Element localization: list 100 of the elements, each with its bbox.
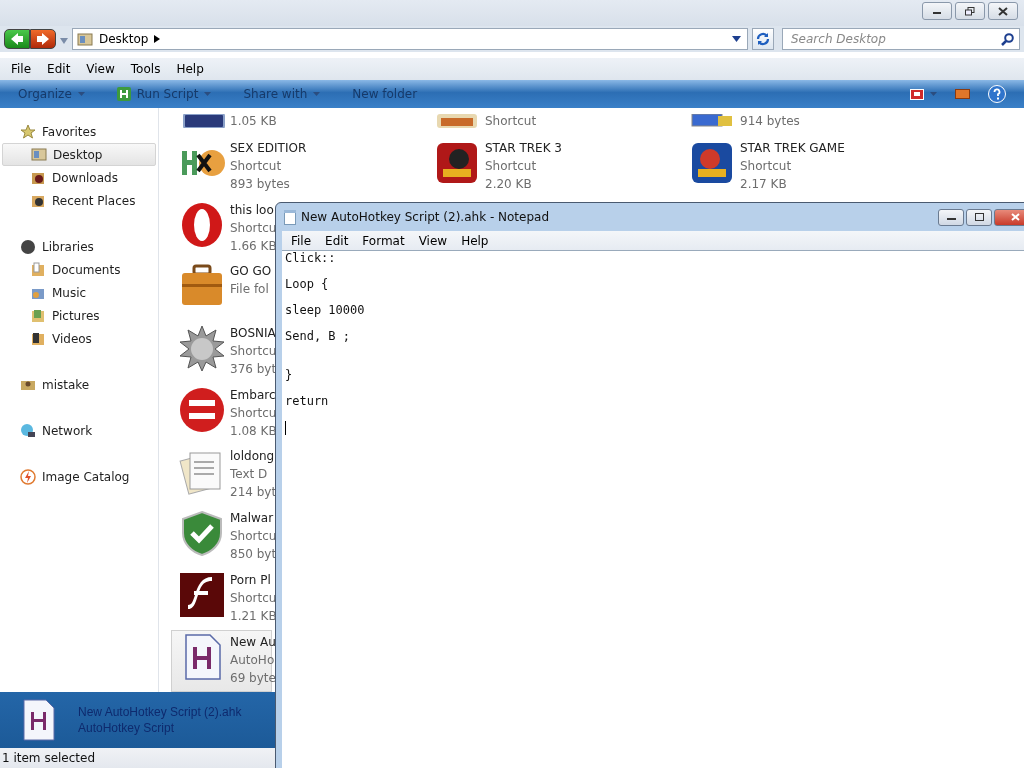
menu-item[interactable]: Help	[454, 233, 496, 248]
sidebar-item[interactable]: Pictures	[0, 304, 158, 327]
menu-item[interactable]: Edit	[39, 62, 79, 76]
file-size: 1.05 KB	[230, 113, 277, 130]
sidebar-item[interactable]: mistake	[0, 373, 158, 396]
file-name: GO GO	[230, 263, 272, 281]
file-name: STAR TREK 3	[485, 140, 562, 157]
address-field[interactable]: Desktop	[72, 28, 749, 50]
sidebar-item[interactable]: Image Catalog	[0, 465, 158, 488]
file-size: 2.17 KB	[740, 176, 788, 193]
desktop-icon	[31, 146, 47, 163]
close-icon	[1010, 213, 1020, 221]
left-arrow-icon	[10, 33, 24, 45]
libraries-icon	[20, 238, 36, 255]
help-icon	[988, 85, 1006, 103]
restore-button[interactable]	[955, 2, 985, 20]
file-name: Embarc	[230, 386, 277, 404]
back-button[interactable]	[4, 29, 30, 49]
menu-item[interactable]: Edit	[318, 233, 356, 248]
desktop-entry[interactable]: GO GO File fol	[174, 260, 275, 322]
menu-item[interactable]: View	[411, 233, 455, 248]
search-icon	[1001, 33, 1014, 46]
refresh-icon	[756, 32, 771, 46]
lightning-icon	[20, 468, 36, 485]
file-type: Shortcut	[740, 158, 793, 175]
script-icon	[116, 87, 131, 101]
close-button[interactable]	[994, 208, 1024, 226]
documents-icon	[30, 261, 46, 278]
search-field[interactable]: Search Desktop	[782, 28, 1020, 50]
file-size: 914 bytes	[740, 113, 800, 130]
desktop-entry[interactable]: SEX EDITIOR Shortcut 893 bytes	[174, 136, 429, 199]
file-type: Shortcut	[230, 157, 283, 175]
maximize-button[interactable]	[966, 208, 992, 226]
file-name: Porn Pl	[230, 571, 272, 589]
desktop-entry[interactable]: STAR TREK GAME Shortcut 2.17 KB	[684, 137, 939, 199]
menu-item[interactable]: Format	[355, 233, 412, 248]
network-icon	[20, 422, 36, 439]
desktop-entry[interactable]: this loo Shortcu 1.66 KB	[174, 198, 275, 261]
maximize-icon	[974, 213, 984, 221]
caret-icon	[204, 92, 212, 96]
text-editor[interactable]: Click:: Loop { sleep 10000 Send, B ; } return	[282, 251, 1024, 768]
sidebar-item[interactable]: Music	[0, 281, 158, 304]
videos-icon	[30, 330, 46, 347]
file-name: Malwar	[230, 509, 275, 527]
sidebar-item[interactable]: Recent Places	[0, 189, 158, 212]
pane-icon	[955, 89, 970, 99]
address-location: Desktop	[99, 32, 149, 46]
desktop-entry[interactable]: STAR TREK 3 Shortcut 2.20 KB	[429, 137, 684, 199]
sidebar-item[interactable]: Videos	[0, 327, 158, 350]
desktop-entry[interactable]: Malwar Shortcu 850 byt	[174, 506, 275, 569]
file-name: STAR TREK GAME	[740, 140, 845, 157]
menu-item[interactable]: Help	[168, 62, 212, 76]
refresh-button[interactable]	[752, 28, 774, 50]
folder-icon	[77, 32, 93, 46]
minimize-button[interactable]	[922, 2, 952, 20]
pictures-icon	[30, 307, 46, 324]
file-type: Shortcut	[485, 158, 538, 175]
desktop-entry[interactable]: 914 bytes	[684, 108, 939, 137]
file-name: BOSNIA	[230, 324, 277, 342]
menu-item[interactable]: File	[284, 233, 319, 248]
menu-item[interactable]: View	[78, 62, 123, 76]
dropdown-icon[interactable]	[732, 36, 742, 42]
file-size: 1.66 KB	[230, 237, 277, 255]
file-size: 893 bytes	[230, 175, 291, 193]
ide-icon	[178, 385, 226, 434]
file-type: Shortcut	[485, 113, 537, 130]
sidebar-item[interactable]: Network	[0, 419, 158, 442]
file-size: 1.08 KB	[230, 422, 277, 440]
close-button[interactable]	[988, 2, 1018, 20]
window-title: New AutoHotkey Script (2).ahk - Notepad	[301, 210, 550, 224]
file-name: this loo	[230, 201, 275, 219]
menu-item[interactable]: Tools	[122, 62, 169, 76]
file-size: 850 byt	[230, 545, 277, 563]
close-icon	[998, 6, 1008, 16]
file-name: loldong	[230, 448, 276, 466]
file-type: Shortcu	[230, 342, 277, 360]
desktop-entry[interactable]: 1.05 KB	[174, 108, 429, 137]
text-cursor	[285, 421, 286, 435]
forward-button[interactable]	[30, 29, 56, 49]
sidebar-item[interactable]: Libraries	[0, 235, 158, 258]
file-type: Text D	[230, 466, 269, 484]
file-size: 1.21 KB	[230, 607, 277, 625]
view-icon	[910, 88, 924, 100]
caret-icon	[77, 92, 85, 96]
history-dropdown-icon[interactable]	[60, 38, 68, 44]
desktop-entry[interactable]: loldong Text D 214 byt	[174, 445, 275, 507]
desktop-entry[interactable]: Porn Pl Shortcu 1.21 KB	[174, 568, 275, 631]
sidebar-item[interactable]: Documents	[0, 258, 158, 281]
desktop-entry[interactable]: Shortcut	[429, 108, 684, 137]
file-type: Shortcu	[230, 589, 277, 607]
sidebar-item[interactable]: Downloads	[0, 166, 158, 189]
desktop-entry[interactable]: Embarc Shortcu 1.08 KB	[174, 383, 275, 446]
desktop-entry[interactable]: BOSNIA Shortcu 376 byt	[174, 321, 275, 384]
sidebar-item[interactable]: Desktop	[2, 143, 156, 166]
script-file-icon	[22, 699, 56, 741]
details-file-name: New AutoHotkey Script (2).ahk	[78, 705, 242, 719]
menu-item[interactable]: File	[3, 62, 40, 76]
sidebar-item[interactable]: Favorites	[0, 120, 158, 143]
minimize-button[interactable]	[938, 208, 964, 226]
file-type: Shortcu	[230, 404, 277, 422]
